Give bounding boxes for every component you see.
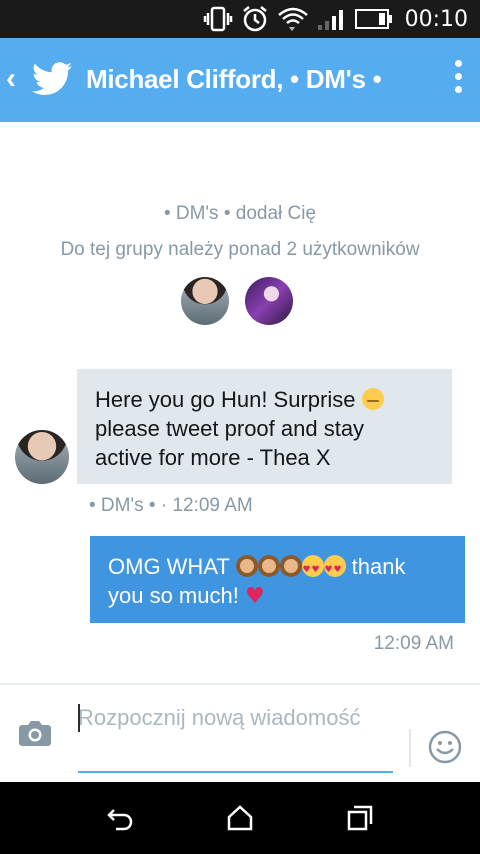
message-line: active for more - Thea X bbox=[95, 445, 331, 470]
status-icons: 00:10 bbox=[203, 4, 468, 34]
message-line: please tweet proof and stay bbox=[95, 416, 365, 441]
sparkling-heart-emoji-icon: ♥ bbox=[244, 584, 265, 609]
message-line: you so much! ♥ bbox=[108, 583, 265, 609]
alarm-icon bbox=[242, 6, 267, 32]
status-bar: 00:10 bbox=[0, 0, 480, 38]
overflow-menu-icon[interactable] bbox=[452, 60, 464, 100]
signal-icon bbox=[317, 10, 343, 30]
compose-underline bbox=[78, 771, 393, 773]
message-compose-input[interactable] bbox=[78, 703, 392, 769]
camera-icon[interactable] bbox=[18, 718, 52, 748]
heart-eyes-emoji-icon bbox=[323, 555, 346, 585]
vibrate-icon bbox=[203, 6, 232, 32]
nav-home-icon[interactable] bbox=[226, 804, 254, 832]
see-no-evil-monkey-emoji-icon bbox=[257, 555, 280, 577]
conversation-title[interactable]: Michael Clifford, • DM's • bbox=[86, 64, 382, 95]
member-avatar[interactable] bbox=[245, 277, 293, 325]
status-time: 00:10 bbox=[404, 6, 468, 32]
group-added-notice: • DM's • dodał Cię bbox=[163, 203, 317, 224]
back-chevron-icon[interactable]: ‹ bbox=[6, 62, 16, 96]
group-members-notice: Do tej grupy należy ponad 2 użytkowników bbox=[60, 239, 420, 260]
sender-avatar[interactable] bbox=[15, 430, 69, 484]
outgoing-message-time: 12:09 AM bbox=[373, 633, 454, 654]
member-avatar[interactable] bbox=[181, 277, 229, 325]
nav-recents-icon[interactable] bbox=[346, 804, 374, 832]
wifi-icon bbox=[277, 7, 308, 31]
battery-icon bbox=[354, 9, 392, 29]
message-line: Here you go Hun! Surprise bbox=[95, 385, 434, 414]
app-bar: ‹ Michael Clifford, • DM's • bbox=[0, 38, 480, 122]
outgoing-message-bubble[interactable]: OMG WHAT thank you so much! ♥ bbox=[90, 536, 465, 623]
text-cursor bbox=[78, 704, 80, 732]
incoming-message-meta: • DM's • · 12:09 AM bbox=[89, 495, 253, 516]
twitter-bird-icon bbox=[32, 62, 72, 95]
message-line: OMG WHAT thank bbox=[108, 552, 447, 585]
heart-eyes-emoji-icon bbox=[301, 555, 324, 585]
compose-divider bbox=[0, 683, 480, 685]
smiley-icon[interactable] bbox=[428, 730, 462, 764]
see-no-evil-monkey-emoji-icon bbox=[235, 555, 258, 577]
group-avatars bbox=[181, 277, 293, 325]
compose-separator bbox=[409, 729, 411, 767]
nav-back-icon[interactable] bbox=[106, 804, 134, 832]
smirk-emoji-icon bbox=[361, 388, 384, 410]
incoming-message-bubble[interactable]: Here you go Hun! Surprise please tweet p… bbox=[77, 369, 452, 484]
see-no-evil-monkey-emoji-icon bbox=[279, 555, 302, 577]
system-nav-bar bbox=[0, 782, 480, 854]
